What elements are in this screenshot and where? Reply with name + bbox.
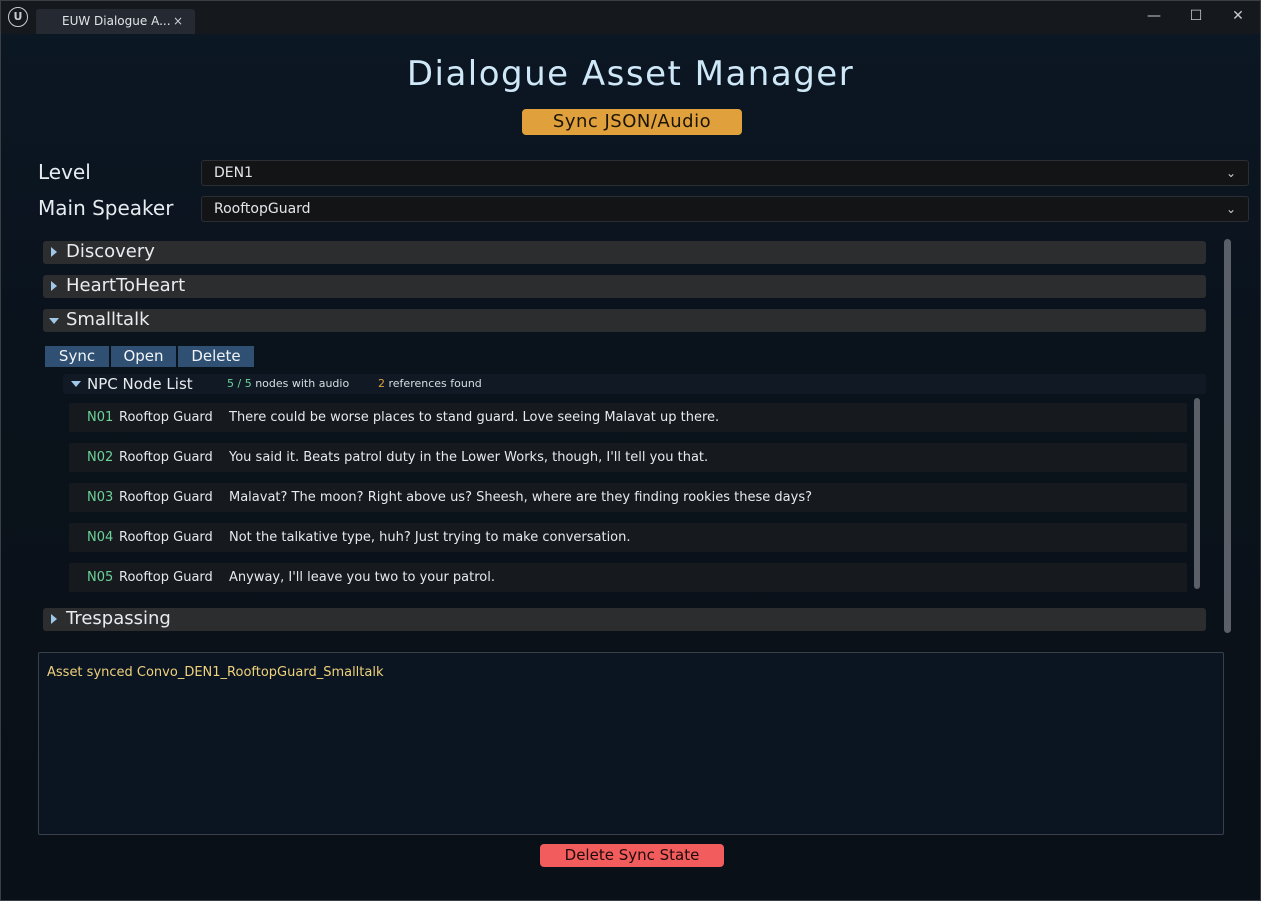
node-id: N05 bbox=[87, 570, 114, 585]
chevron-down-icon: ⌄ bbox=[1225, 166, 1236, 180]
triangle-right-icon bbox=[51, 281, 57, 291]
node-row[interactable]: N01 Rooftop Guard There could be worse p… bbox=[69, 403, 1187, 432]
close-icon[interactable]: × bbox=[173, 9, 183, 34]
node-id: N01 bbox=[87, 410, 114, 425]
page-title: Dialogue Asset Manager bbox=[406, 54, 855, 94]
tab-euw-dialogue[interactable]: EUW Dialogue A... × bbox=[36, 9, 195, 34]
level-value: DEN1 bbox=[214, 165, 254, 181]
close-window-button[interactable]: ✕ bbox=[1221, 5, 1255, 27]
delete-sync-state-button[interactable]: Delete Sync State bbox=[540, 844, 724, 867]
maximize-button[interactable]: ☐ bbox=[1179, 5, 1213, 27]
main-speaker-label: Main Speaker bbox=[38, 196, 174, 220]
section-label: HeartToHeart bbox=[66, 275, 186, 296]
node-text: There could be worse places to stand gua… bbox=[229, 410, 720, 425]
tab-label: EUW Dialogue A... bbox=[62, 14, 171, 28]
minimize-button[interactable]: — bbox=[1137, 5, 1171, 27]
main-speaker-dropdown[interactable]: RooftopGuard ⌄ bbox=[201, 196, 1249, 222]
section-label: Discovery bbox=[66, 241, 155, 262]
audio-stat: 5 / 5 nodes with audio bbox=[227, 374, 349, 394]
widget-content: Dialogue Asset Manager Sync JSON/Audio L… bbox=[1, 34, 1260, 900]
sync-button[interactable]: Sync bbox=[45, 346, 109, 367]
open-button[interactable]: Open bbox=[111, 346, 176, 367]
section-discovery[interactable]: Discovery bbox=[43, 241, 1206, 264]
node-speaker: Rooftop Guard bbox=[119, 410, 213, 425]
main-speaker-value: RooftopGuard bbox=[214, 201, 311, 217]
node-row[interactable]: N05 Rooftop Guard Anyway, I'll leave you… bbox=[69, 563, 1187, 592]
level-label: Level bbox=[38, 160, 91, 184]
reference-count: 2 bbox=[378, 377, 385, 390]
section-label: Trespassing bbox=[66, 608, 171, 629]
triangle-right-icon bbox=[51, 247, 57, 257]
audio-suffix: nodes with audio bbox=[255, 377, 350, 390]
section-smalltalk[interactable]: Smalltalk bbox=[43, 309, 1206, 332]
node-text: Anyway, I'll leave you two to your patro… bbox=[229, 570, 495, 585]
triangle-right-icon bbox=[51, 614, 57, 624]
reference-stat: 2 references found bbox=[378, 374, 482, 394]
node-text: Malavat? The moon? Right above us? Shees… bbox=[229, 490, 812, 505]
node-row[interactable]: N03 Rooftop Guard Malavat? The moon? Rig… bbox=[69, 483, 1187, 512]
npc-node-list-header[interactable]: NPC Node List 5 / 5 nodes with audio 2 r… bbox=[63, 374, 1206, 394]
chevron-down-icon: ⌄ bbox=[1225, 202, 1236, 216]
node-list-scrollbar[interactable] bbox=[1194, 398, 1200, 589]
npc-node-list-title: NPC Node List bbox=[87, 375, 193, 393]
output-log[interactable]: Asset synced Convo_DEN1_RooftopGuard_Sma… bbox=[38, 652, 1224, 835]
node-id: N03 bbox=[87, 490, 114, 505]
level-dropdown[interactable]: DEN1 ⌄ bbox=[201, 160, 1249, 186]
section-trespassing[interactable]: Trespassing bbox=[43, 608, 1206, 631]
sync-json-audio-button[interactable]: Sync JSON/Audio bbox=[522, 109, 742, 135]
node-speaker: Rooftop Guard bbox=[119, 530, 213, 545]
node-id: N04 bbox=[87, 530, 114, 545]
node-row[interactable]: N02 Rooftop Guard You said it. Beats pat… bbox=[69, 443, 1187, 472]
node-speaker: Rooftop Guard bbox=[119, 450, 213, 465]
node-row[interactable]: N04 Rooftop Guard Not the talkative type… bbox=[69, 523, 1187, 552]
triangle-down-icon bbox=[49, 318, 59, 324]
node-speaker: Rooftop Guard bbox=[119, 570, 213, 585]
node-text: You said it. Beats patrol duty in the Lo… bbox=[229, 450, 709, 465]
delete-button[interactable]: Delete bbox=[178, 346, 254, 367]
unreal-logo-icon: U bbox=[8, 7, 28, 27]
node-id: N02 bbox=[87, 450, 114, 465]
audio-count: 5 / 5 bbox=[227, 377, 252, 390]
section-label: Smalltalk bbox=[66, 309, 150, 330]
node-text: Not the talkative type, huh? Just trying… bbox=[229, 530, 631, 545]
editor-window: U EUW Dialogue A... × — ☐ ✕ Dialogue Ass… bbox=[0, 0, 1261, 901]
title-bar: U EUW Dialogue A... × — ☐ ✕ bbox=[1, 1, 1260, 34]
reference-suffix: references found bbox=[388, 377, 482, 390]
triangle-down-icon bbox=[71, 381, 81, 387]
panel-scrollbar[interactable] bbox=[1224, 239, 1231, 633]
section-hearttoheart[interactable]: HeartToHeart bbox=[43, 275, 1206, 298]
log-message: Asset synced Convo_DEN1_RooftopGuard_Sma… bbox=[47, 665, 384, 680]
node-speaker: Rooftop Guard bbox=[119, 490, 213, 505]
